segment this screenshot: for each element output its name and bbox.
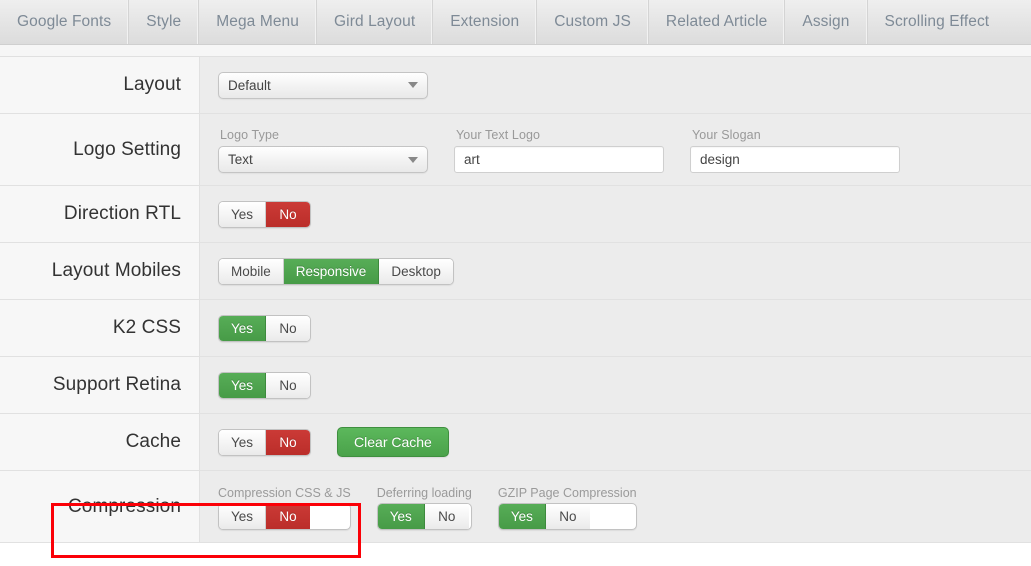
row-label-k2-css: K2 CSS xyxy=(0,300,200,356)
slogan-input[interactable] xyxy=(690,146,900,173)
tab-bar: Google Fonts Style Mega Menu Gird Layout… xyxy=(0,0,1031,45)
cache-yes[interactable]: Yes xyxy=(219,430,266,455)
gzip-compression-group: GZIP Page Compression Yes No xyxy=(498,486,637,530)
slogan-group: Your Slogan xyxy=(690,128,900,173)
layout-mobiles-mobile[interactable]: Mobile xyxy=(219,259,284,284)
row-field-direction-rtl: Yes No xyxy=(200,186,1031,242)
row-label-support-retina: Support Retina xyxy=(0,357,200,413)
row-support-retina: Support Retina Yes No xyxy=(0,357,1031,414)
row-field-logo-setting: Logo Type Text Your Text Logo Your Sloga… xyxy=(200,114,1031,185)
row-field-cache: Yes No Clear Cache xyxy=(200,414,1031,470)
row-layout-mobiles: Layout Mobiles Mobile Responsive Desktop xyxy=(0,243,1031,300)
tab-style[interactable]: Style xyxy=(129,0,199,44)
support-retina-yes[interactable]: Yes xyxy=(219,373,266,398)
direction-rtl-yes[interactable]: Yes xyxy=(219,202,266,227)
row-compression: Compression Compression CSS & JS Yes No … xyxy=(0,471,1031,543)
gzip-compression-yes[interactable]: Yes xyxy=(499,504,546,529)
layout-select-value: Default xyxy=(228,78,271,93)
layout-mobiles-desktop[interactable]: Desktop xyxy=(379,259,453,284)
text-logo-group: Your Text Logo xyxy=(454,128,664,173)
compression-css-js-yes[interactable]: Yes xyxy=(219,504,266,529)
row-label-logo-setting: Logo Setting xyxy=(0,114,200,185)
row-label-direction-rtl: Direction RTL xyxy=(0,186,200,242)
clear-cache-button[interactable]: Clear Cache xyxy=(337,427,449,457)
tab-content-divider xyxy=(0,45,1031,57)
row-direction-rtl: Direction RTL Yes No xyxy=(0,186,1031,243)
row-label-layout: Layout xyxy=(0,57,200,113)
tab-custom-js[interactable]: Custom JS xyxy=(537,0,649,44)
row-field-compression: Compression CSS & JS Yes No Deferring lo… xyxy=(200,471,1031,542)
tab-scrolling-effect[interactable]: Scrolling Effect xyxy=(868,0,1007,44)
tab-assign[interactable]: Assign xyxy=(785,0,867,44)
deferring-loading-no[interactable]: No xyxy=(425,504,469,529)
deferring-loading-label: Deferring loading xyxy=(377,486,472,500)
slogan-label: Your Slogan xyxy=(690,128,900,142)
chevron-down-icon xyxy=(408,82,418,88)
tab-extension[interactable]: Extension xyxy=(433,0,537,44)
compression-css-js-group: Compression CSS & JS Yes No xyxy=(218,486,351,530)
gzip-compression-label: GZIP Page Compression xyxy=(498,486,637,500)
chevron-down-icon xyxy=(408,157,418,163)
row-label-cache: Cache xyxy=(0,414,200,470)
cache-no[interactable]: No xyxy=(266,430,310,455)
gzip-compression-no[interactable]: No xyxy=(546,504,590,529)
row-logo-setting: Logo Setting Logo Type Text Your Text Lo… xyxy=(0,114,1031,186)
text-logo-label: Your Text Logo xyxy=(454,128,664,142)
logo-type-select-value: Text xyxy=(228,152,253,167)
compression-css-js-no[interactable]: No xyxy=(266,504,310,529)
k2-css-yes[interactable]: Yes xyxy=(219,316,266,341)
k2-css-no[interactable]: No xyxy=(266,316,310,341)
direction-rtl-no[interactable]: No xyxy=(266,202,310,227)
tab-related-article[interactable]: Related Article xyxy=(649,0,785,44)
deferring-loading-group: Deferring loading Yes No xyxy=(377,486,472,530)
logo-type-group: Logo Type Text xyxy=(218,128,428,173)
cache-toggle: Yes No xyxy=(218,429,311,456)
row-field-support-retina: Yes No xyxy=(200,357,1031,413)
settings-panel: Google Fonts Style Mega Menu Gird Layout… xyxy=(0,0,1031,566)
compression-css-js-label: Compression CSS & JS xyxy=(218,486,351,500)
row-field-layout-mobiles: Mobile Responsive Desktop xyxy=(200,243,1031,299)
deferring-loading-yes[interactable]: Yes xyxy=(378,504,425,529)
text-logo-input[interactable] xyxy=(454,146,664,173)
row-cache: Cache Yes No Clear Cache xyxy=(0,414,1031,471)
layout-select[interactable]: Default xyxy=(218,72,428,99)
row-label-compression: Compression xyxy=(0,471,200,542)
compression-css-js-toggle: Yes No xyxy=(218,503,351,530)
gzip-compression-toggle: Yes No xyxy=(498,503,637,530)
tab-mega-menu[interactable]: Mega Menu xyxy=(199,0,317,44)
layout-mobiles-toggle: Mobile Responsive Desktop xyxy=(218,258,454,285)
deferring-loading-toggle: Yes No xyxy=(377,503,472,530)
tab-google-fonts[interactable]: Google Fonts xyxy=(0,0,129,44)
logo-type-label: Logo Type xyxy=(218,128,428,142)
layout-mobiles-responsive[interactable]: Responsive xyxy=(284,259,380,284)
k2-css-toggle: Yes No xyxy=(218,315,311,342)
tab-gird-layout[interactable]: Gird Layout xyxy=(317,0,433,44)
logo-type-select[interactable]: Text xyxy=(218,146,428,173)
support-retina-toggle: Yes No xyxy=(218,372,311,399)
row-field-layout: Default xyxy=(200,57,1031,113)
direction-rtl-toggle: Yes No xyxy=(218,201,311,228)
support-retina-no[interactable]: No xyxy=(266,373,310,398)
row-layout: Layout Default xyxy=(0,57,1031,114)
row-label-layout-mobiles: Layout Mobiles xyxy=(0,243,200,299)
row-k2-css: K2 CSS Yes No xyxy=(0,300,1031,357)
settings-rows: Layout Default Logo Setting Logo Type Te… xyxy=(0,57,1031,543)
row-field-k2-css: Yes No xyxy=(200,300,1031,356)
